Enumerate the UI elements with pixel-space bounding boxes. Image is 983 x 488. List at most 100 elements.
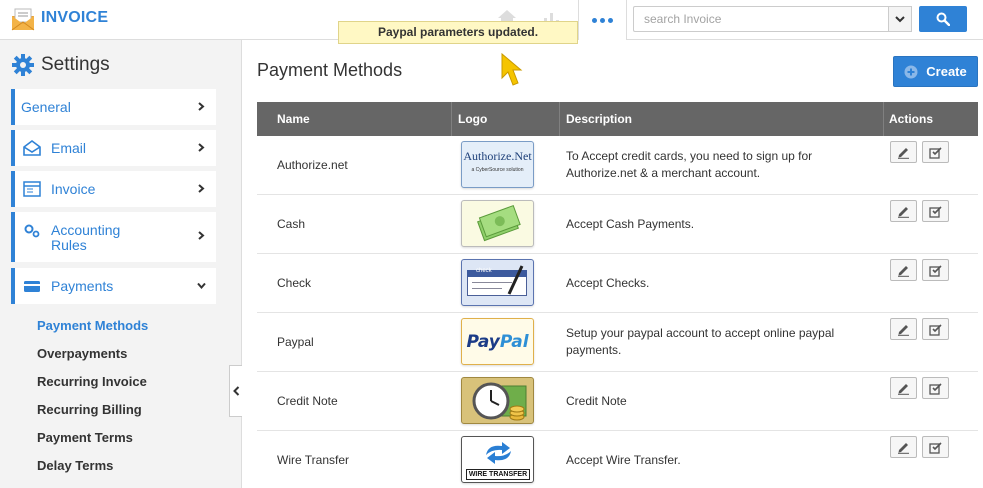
payment-method-description: Setup your paypal account to accept onli… <box>566 326 835 357</box>
sidebar-subitem-delay-terms[interactable]: Delay Terms <box>37 458 113 473</box>
wire-transfer-logo: WIRE TRANSFER <box>461 436 534 483</box>
plus-circle-icon <box>904 65 918 78</box>
edit-check-icon <box>929 382 942 395</box>
cash-logo <box>461 200 534 247</box>
configure-button[interactable] <box>922 259 949 281</box>
gear-icon <box>12 54 34 76</box>
credit-note-logo <box>461 377 534 424</box>
envelope-icon <box>11 8 35 31</box>
edit-button[interactable] <box>890 259 917 281</box>
authorize-net-logo: Authorize.Net a CyberSource solution <box>461 141 534 188</box>
edit-check-icon <box>929 264 942 277</box>
configure-button[interactable] <box>922 141 949 163</box>
payment-method-name: Wire Transfer <box>277 453 350 467</box>
configure-button[interactable] <box>922 436 949 458</box>
paypal-logo: PayPal <box>461 318 534 365</box>
payment-method-description: To Accept credit cards, you need to sign… <box>566 149 813 180</box>
edit-button[interactable] <box>890 141 917 163</box>
logo-text: Authorize.Net <box>463 149 532 163</box>
configure-button[interactable] <box>922 200 949 222</box>
sidebar-item-email[interactable]: Email <box>11 130 216 166</box>
table-row: Authorize.net Authorize.Net a CyberSourc… <box>257 136 978 195</box>
sidebar-item-invoice[interactable]: Invoice <box>11 171 216 207</box>
payment-method-name: Paypal <box>277 335 314 349</box>
sidebar-subitem-overpayments[interactable]: Overpayments <box>37 346 127 361</box>
edit-check-icon <box>929 441 942 454</box>
search-dropdown-button[interactable] <box>888 6 912 32</box>
sidebar-subitem-recurring-invoice[interactable]: Recurring Invoice <box>37 374 147 389</box>
sidebar-item-label: Invoice <box>51 181 96 197</box>
sidebar-item-label: General <box>21 99 71 115</box>
create-button[interactable]: Create <box>893 56 978 87</box>
column-header-actions: Actions <box>889 112 934 126</box>
sidebar-subitem-recurring-billing[interactable]: Recurring Billing <box>37 402 142 417</box>
settings-title: Settings <box>41 54 110 75</box>
check-logo: check <box>461 259 534 306</box>
table-row: Paypal PayPal Setup your paypal account … <box>257 313 978 372</box>
edit-check-icon <box>929 323 942 336</box>
pencil-icon <box>898 383 909 395</box>
card-icon <box>24 281 40 292</box>
configure-button[interactable] <box>922 318 949 340</box>
sidebar-item-payments[interactable]: Payments <box>11 268 216 304</box>
pencil-icon <box>898 442 909 454</box>
column-header-description[interactable]: Description <box>566 102 632 136</box>
payment-method-name: Check <box>277 276 312 290</box>
column-header-name[interactable]: Name <box>277 102 310 136</box>
pen-icon <box>507 265 524 295</box>
create-button-label: Create <box>926 64 967 79</box>
edit-button[interactable] <box>890 377 917 399</box>
table-header: Name Logo Description Actions <box>257 102 978 136</box>
sidebar-item-accounting-rules[interactable]: Accounting Rules <box>11 212 216 262</box>
payment-method-name: Credit Note <box>277 394 338 408</box>
envelope-open-icon <box>23 140 41 156</box>
settings-header: Settings <box>11 53 110 77</box>
table-row: Check check Accept Checks. <box>257 254 978 313</box>
invoice-icon <box>23 181 41 197</box>
payment-method-description: Accept Wire Transfer. <box>566 452 681 467</box>
table-row: Cash Accept Cash Payments. <box>257 195 978 254</box>
transfer-arrows-icon <box>486 442 511 464</box>
chevron-right-icon <box>198 143 205 152</box>
page-title: Payment Methods <box>257 60 403 80</box>
configure-button[interactable] <box>922 377 949 399</box>
column-header-logo[interactable]: Logo <box>458 102 487 136</box>
cursor-arrow-icon <box>501 52 523 86</box>
edit-check-icon <box>929 146 942 159</box>
gears-icon <box>24 224 40 238</box>
sidebar-item-general[interactable]: General <box>11 89 216 125</box>
payment-method-name: Cash <box>277 217 306 231</box>
logo-text: WIRE TRANSFER <box>466 469 530 480</box>
more-dots-icon[interactable] <box>578 0 627 40</box>
chevron-down-icon <box>197 282 206 290</box>
pencil-icon <box>898 324 909 336</box>
sidebar-item-label: Accounting <box>51 222 121 238</box>
table-row: Wire Transfer WIRE TRANSFER Accept Wire … <box>257 431 978 488</box>
chevron-right-icon <box>198 102 205 111</box>
search-icon <box>936 12 950 26</box>
sidebar-subitem-payment-terms[interactable]: Payment Terms <box>37 430 133 445</box>
chevron-down-icon <box>895 16 905 23</box>
edit-button[interactable] <box>890 200 917 222</box>
chevron-left-icon <box>232 386 239 396</box>
chevron-right-icon <box>198 231 205 240</box>
sidebar-collapse-button[interactable] <box>229 365 242 417</box>
payment-method-description: Accept Checks. <box>566 275 650 290</box>
clock-coins-illustration <box>472 382 527 421</box>
logo-text-pay: Pay <box>466 332 500 352</box>
sidebar-subitem-payment-methods[interactable]: Payment Methods <box>37 318 148 333</box>
payment-method-name: Authorize.net <box>277 158 348 172</box>
sidebar-item-label: Email <box>51 140 87 156</box>
app-title[interactable]: INVOICE <box>41 9 108 27</box>
edit-button[interactable] <box>890 318 917 340</box>
notification-toast: Paypal parameters updated. <box>338 21 578 44</box>
search-input[interactable] <box>633 6 889 32</box>
sidebar-item-label: Payments <box>51 278 114 294</box>
logo-text: check <box>476 268 492 274</box>
edit-button[interactable] <box>890 436 917 458</box>
pencil-icon <box>898 206 909 218</box>
logo-subtext: a CyberSource solution <box>471 167 524 173</box>
pencil-icon <box>898 265 909 277</box>
search-button[interactable] <box>919 6 967 32</box>
pencil-icon <box>898 147 909 159</box>
